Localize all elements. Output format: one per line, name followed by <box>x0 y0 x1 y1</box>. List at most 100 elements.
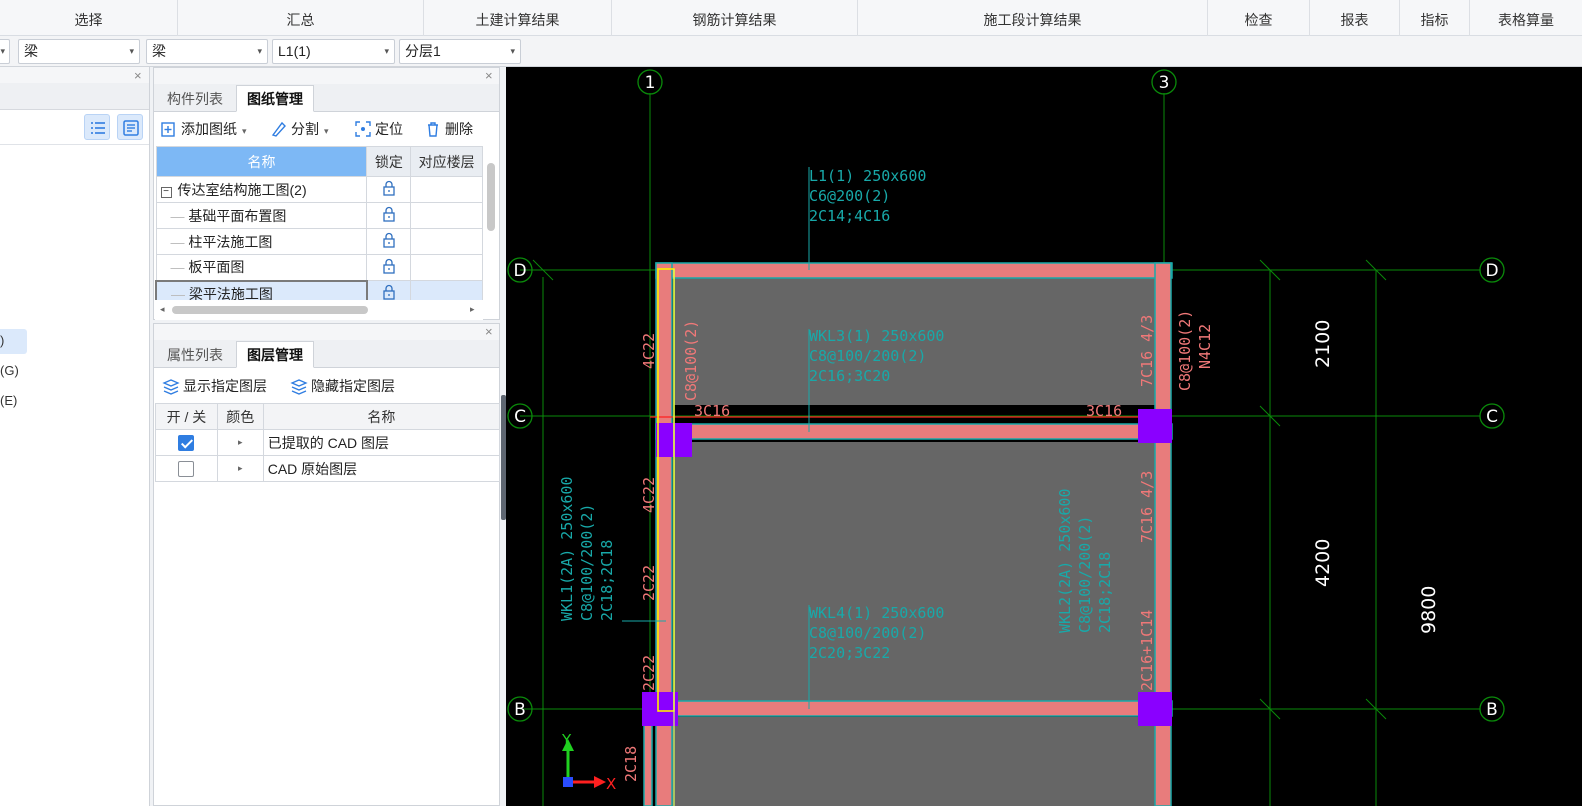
cad-drawing: 1 3 D D C C B B L1(1) 250x600 C6@200(2) … <box>507 69 1505 806</box>
ribbon-group-index[interactable]: 指标 <box>1400 0 1470 36</box>
left-strip-item[interactable]: ) <box>0 333 4 348</box>
dim-4200: 4200 <box>1312 539 1334 587</box>
rebar-label: 3C16 <box>1086 402 1122 420</box>
table-row[interactable]: — 柱平法施工图 <box>155 228 483 255</box>
horizontal-scrollbar[interactable] <box>172 306 368 314</box>
partial-dropdown[interactable]: ▾ <box>0 39 10 64</box>
lock-icon[interactable] <box>381 206 397 222</box>
left-strip-panel: × ) (G) (E) <box>0 67 150 806</box>
ucs-x-label: X <box>606 775 616 793</box>
show-layer-button[interactable]: 显示指定图层 <box>162 376 267 396</box>
beam-WKL4-rebar: 2C20;3C22 <box>809 644 890 662</box>
beam-WKL2-stirrup: C8@100/200(2) <box>1076 516 1094 633</box>
split-button[interactable]: 分割 ▾ <box>270 119 329 141</box>
col-name[interactable]: 名称 <box>155 146 368 177</box>
ribbon-group-table-calc[interactable]: 表格算量 <box>1470 0 1582 36</box>
drawing-name: 柱平法施工图 <box>188 233 273 250</box>
slab-lower <box>658 717 1155 806</box>
close-icon[interactable]: × <box>485 324 493 339</box>
layers-hide-icon <box>290 379 308 395</box>
rebar-label: C8@100(2) <box>1176 310 1194 391</box>
lock-icon[interactable] <box>381 180 397 196</box>
collapse-icon[interactable]: − <box>160 186 172 198</box>
add-drawing-button[interactable]: 添加图纸 ▾ <box>160 119 247 141</box>
left-strip-item[interactable]: (E) <box>0 393 17 408</box>
add-drawing-icon <box>161 122 175 137</box>
layer-toggle-checkbox[interactable] <box>178 461 195 478</box>
element-type-value: 梁 <box>152 43 166 59</box>
drawing-name: 基础平面布置图 <box>188 207 287 224</box>
column-1B <box>642 692 678 726</box>
layer-table: 开 / 关 颜色 名称 ▸ 已提取的 CAD 图层 ▸ CAD 原始图层 <box>155 403 501 482</box>
lock-icon[interactable] <box>381 258 397 274</box>
locate-button[interactable]: 定位 <box>354 119 403 139</box>
lock-icon[interactable] <box>381 284 397 300</box>
axis-label-B: B <box>1486 700 1498 720</box>
beam-L1-label: L1(1) 250x600 <box>809 167 926 185</box>
hide-layer-button[interactable]: 隐藏指定图层 <box>290 376 395 396</box>
tab-property-list[interactable]: 属性列表 <box>156 341 234 368</box>
left-strip-item[interactable]: (G) <box>0 363 19 378</box>
ribbon-group-rebar-results[interactable]: 钢筋计算结果 <box>612 0 858 36</box>
rebar-label: N4C12 <box>1196 324 1214 369</box>
split-icon <box>271 121 286 137</box>
rebar-label: 2C22 <box>640 565 658 601</box>
column-3B <box>1138 692 1172 726</box>
expand-icon[interactable]: ▸ <box>238 437 243 447</box>
close-icon[interactable]: × <box>485 68 493 83</box>
component-dropdown[interactable]: L1(1) ▾ <box>272 39 395 64</box>
table-row-root[interactable]: − 传达室结构施工图(2) <box>155 176 483 203</box>
col-layer-name[interactable]: 名称 <box>262 403 501 430</box>
axis-label-B: B <box>514 700 526 720</box>
layer-name: 已提取的 CAD 图层 <box>262 429 501 456</box>
scroll-left-icon[interactable]: ◂ <box>160 304 165 315</box>
table-row[interactable]: — 基础平面布置图 <box>155 202 483 229</box>
rebar-label: 4C22 <box>640 477 658 513</box>
delete-button[interactable]: 删除 <box>424 119 473 139</box>
beam-WKL4-stirrup: C8@100/200(2) <box>809 624 926 642</box>
detail-view-icon[interactable] <box>117 114 143 140</box>
column-3C <box>1138 409 1172 443</box>
beam-WKL1-rebar: 2C18;2C18 <box>598 540 616 621</box>
col-floor[interactable]: 对应楼层 <box>410 146 483 177</box>
beam-D <box>655 262 1173 279</box>
tab-drawing-management[interactable]: 图纸管理 <box>236 85 314 112</box>
table-row[interactable]: ▸ CAD 原始图层 <box>155 455 501 482</box>
ribbon-group-check[interactable]: 检查 <box>1208 0 1310 36</box>
layer-name: CAD 原始图层 <box>262 455 501 482</box>
table-row[interactable]: — 板平面图 <box>155 254 483 281</box>
rebar-label: 2C18 <box>622 746 640 782</box>
layer-toggle-checkbox[interactable] <box>178 435 195 452</box>
lock-icon[interactable] <box>381 232 397 248</box>
close-icon[interactable]: × <box>134 68 142 83</box>
expand-icon[interactable]: ▸ <box>238 463 243 473</box>
ribbon-group-stage-results[interactable]: 施工段计算结果 <box>858 0 1208 36</box>
col-color[interactable]: 颜色 <box>216 403 264 430</box>
layer-dropdown[interactable]: 分层1 ▾ <box>399 39 521 64</box>
ribbon-group-summary[interactable]: 汇总 <box>178 0 424 36</box>
ribbon-group-report[interactable]: 报表 <box>1310 0 1400 36</box>
chevron-down-icon: ▾ <box>257 46 262 56</box>
floor-type-dropdown[interactable]: 梁 ▾ <box>18 39 140 64</box>
tab-layer-management[interactable]: 图层管理 <box>236 341 314 368</box>
vertical-scrollbar[interactable] <box>487 163 495 231</box>
tab-component-list[interactable]: 构件列表 <box>156 85 234 112</box>
axis-label-D: D <box>513 261 526 281</box>
layer-value: 分层1 <box>405 43 441 59</box>
dim-2100: 2100 <box>1312 320 1334 368</box>
axis-label-3: 3 <box>1159 73 1170 93</box>
selector-bar: ▾ 梁 ▾ 梁 ▾ L1(1) ▾ 分层1 ▾ <box>0 36 1582 67</box>
ribbon-group-select[interactable]: 选择 <box>0 0 178 36</box>
cad-drawing-canvas[interactable]: 1 3 D D C C B B L1(1) 250x600 C6@200(2) … <box>506 67 1582 806</box>
ribbon-group-bar: 选择 汇总 土建计算结果 钢筋计算结果 施工段计算结果 检查 报表 指标 表格算… <box>0 0 1582 36</box>
table-row[interactable]: ▸ 已提取的 CAD 图层 <box>155 429 501 456</box>
beam-WKL2-label: WKL2(2A) 250x600 <box>1056 489 1074 634</box>
list-view-icon[interactable] <box>84 114 110 140</box>
drawing-name: 板平面图 <box>188 259 245 276</box>
scroll-right-icon[interactable]: ▸ <box>470 304 475 315</box>
ribbon-group-civil-results[interactable]: 土建计算结果 <box>424 0 612 36</box>
col-lock[interactable]: 锁定 <box>366 146 412 177</box>
element-type-dropdown[interactable]: 梁 ▾ <box>146 39 268 64</box>
col-on-off[interactable]: 开 / 关 <box>155 403 218 430</box>
axis-label-C: C <box>1486 407 1498 427</box>
